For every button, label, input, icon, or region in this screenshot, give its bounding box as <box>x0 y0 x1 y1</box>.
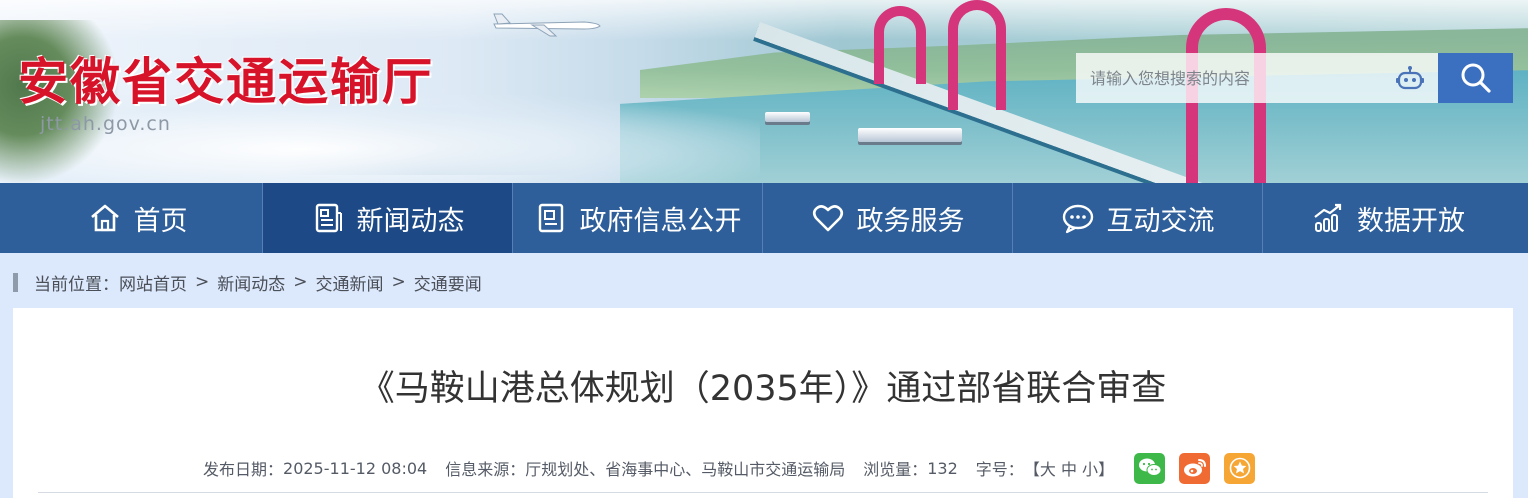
document-icon <box>538 203 563 233</box>
breadcrumb-separator: > <box>293 272 308 292</box>
nav-item-label: 数据开放 <box>1357 205 1465 237</box>
bridge-arch <box>874 6 926 84</box>
font-size-label: 字号： <box>975 460 1024 479</box>
banner-ship <box>858 128 962 142</box>
nav-item-news[interactable]: 新闻动态 <box>263 183 513 253</box>
article-meta: 发布日期： 2025-11-12 08:04 信息来源： 厅规划处、省海事中心、… <box>203 452 1256 484</box>
meta-divider <box>38 492 1488 493</box>
nav-item-interaction[interactable]: 互动交流 <box>1013 183 1263 253</box>
nav-item-label: 互动交流 <box>1106 205 1215 237</box>
home-icon <box>90 204 119 232</box>
chart-icon <box>1314 203 1342 232</box>
wechat-icon <box>1138 458 1162 476</box>
main-nav: 首页 新闻动态 政府信息公开 政务服务 互动交流 数据开放 <box>0 183 1528 253</box>
font-size-bracket-open: 【 <box>1023 460 1040 479</box>
font-size-bracket-close: 】 <box>1098 460 1115 479</box>
breadcrumb-separator: > <box>391 272 406 292</box>
favorite-button[interactable] <box>1224 452 1256 484</box>
nav-item-gov-info[interactable]: 政府信息公开 <box>513 183 763 253</box>
publish-date: 2025-11-12 08:04 <box>283 458 428 478</box>
font-size-medium-button[interactable]: 中 <box>1061 456 1077 480</box>
site-domain: jtt.ah.gov.cn <box>40 113 171 135</box>
nav-item-services[interactable]: 政务服务 <box>763 183 1013 253</box>
breadcrumb-prefix: 当前位置： <box>34 274 119 295</box>
font-size-small-button[interactable]: 小 <box>1082 456 1098 480</box>
font-size-large-button[interactable]: 大 <box>1040 456 1056 480</box>
chat-icon <box>1062 204 1093 234</box>
bridge-arch <box>948 0 1006 110</box>
robot-assistant-icon[interactable] <box>1396 65 1424 91</box>
article-source: 厅规划处、省海事中心、马鞍山市交通运输局 <box>525 460 846 479</box>
share-weibo-button[interactable] <box>1179 452 1211 484</box>
nav-item-label: 新闻动态 <box>356 205 465 237</box>
publish-date-label: 发布日期： <box>203 460 284 479</box>
article-title: 《马鞍山港总体规划（2035年）》通过部省联合审查 <box>359 369 1167 409</box>
share-bar <box>1134 452 1256 484</box>
breadcrumb-item-traffic-news[interactable]: 交通新闻 <box>316 270 384 295</box>
breadcrumb-item-home[interactable]: 网站首页 <box>119 270 187 295</box>
search-input[interactable] <box>1090 68 1390 88</box>
source-label: 信息来源： <box>445 460 526 479</box>
nav-item-home[interactable]: 首页 <box>13 183 263 253</box>
views-label: 浏览量： <box>863 460 928 479</box>
airplane-icon <box>493 13 601 37</box>
breadcrumb-marker <box>13 272 18 292</box>
share-wechat-button[interactable] <box>1134 452 1166 484</box>
view-count: 132 <box>927 458 958 478</box>
nav-item-label: 政府信息公开 <box>579 205 742 237</box>
site-title[interactable]: 安徽省交通运输厅 <box>18 42 434 114</box>
search-box <box>1076 53 1438 103</box>
nav-item-label: 政务服务 <box>856 205 965 237</box>
banner-ship <box>765 112 810 122</box>
star-icon <box>1229 457 1250 479</box>
search-icon <box>1461 63 1491 93</box>
breadcrumb-item-news[interactable]: 新闻动态 <box>217 270 285 295</box>
nav-item-open-data[interactable]: 数据开放 <box>1263 183 1513 253</box>
breadcrumb-item-headlines[interactable]: 交通要闻 <box>414 270 482 295</box>
article-card: 《马鞍山港总体规划（2035年）》通过部省联合审查 发布日期： 2025-11-… <box>13 308 1513 498</box>
search-button[interactable] <box>1438 53 1513 103</box>
breadcrumb-separator: > <box>195 272 210 292</box>
nav-item-label: 首页 <box>133 205 188 237</box>
heart-icon <box>812 205 843 232</box>
weibo-icon <box>1183 459 1206 477</box>
breadcrumb: 当前位置： 网站首页 > 新闻动态 > 交通新闻 > 交通要闻 <box>13 268 482 296</box>
header-banner: 安徽省交通运输厅 jtt.ah.gov.cn <box>0 0 1528 183</box>
news-icon <box>315 203 342 233</box>
